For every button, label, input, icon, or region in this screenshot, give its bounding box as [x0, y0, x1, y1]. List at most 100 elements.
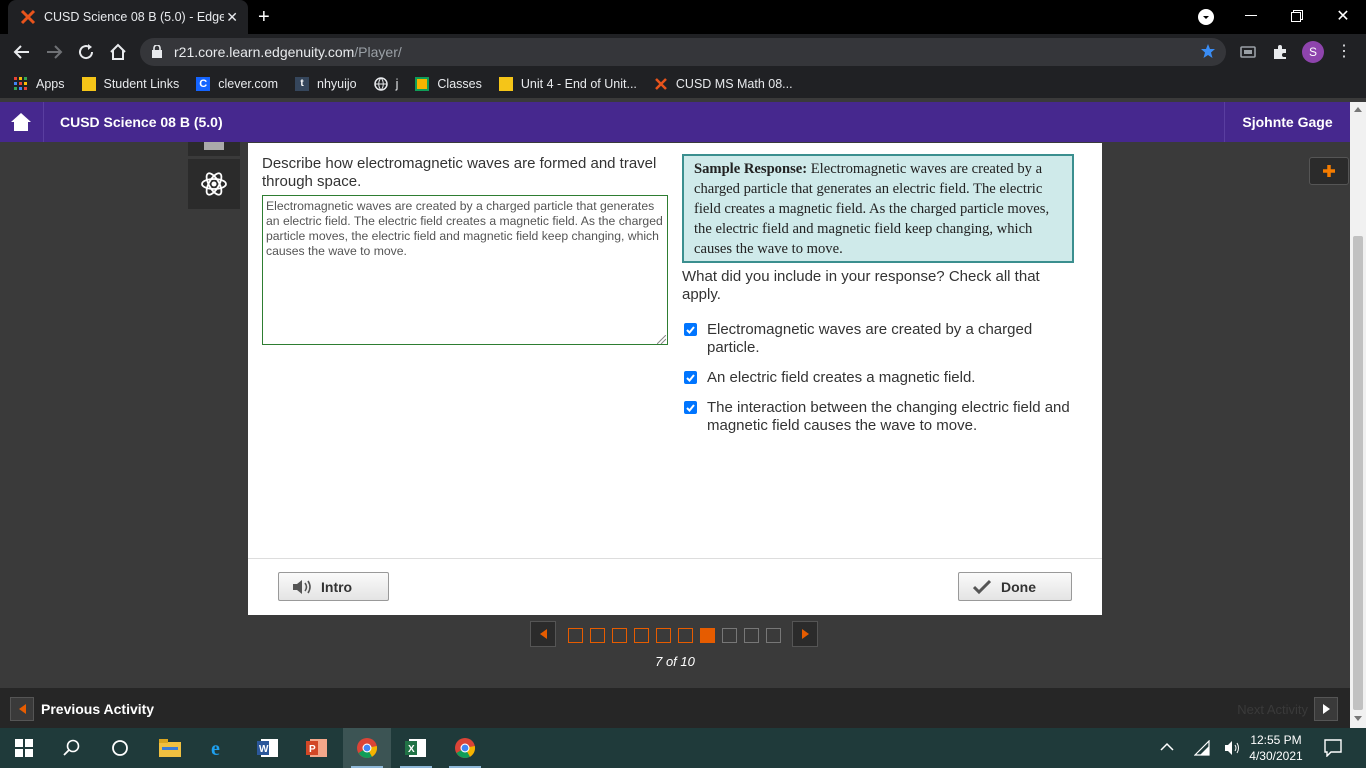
- intro-button[interactable]: Intro: [278, 572, 389, 601]
- scroll-thumb[interactable]: [1353, 236, 1363, 710]
- folder-yellow-icon: [498, 77, 513, 91]
- internet-explorer-icon[interactable]: e: [195, 728, 243, 768]
- tab-search-icon[interactable]: [1198, 9, 1214, 25]
- bookmark-student-links[interactable]: Student Links: [81, 77, 180, 91]
- checkbox-checked[interactable]: [684, 371, 697, 384]
- previous-activity-label: Previous Activity: [41, 701, 155, 717]
- plus-icon: [1322, 164, 1336, 178]
- clever-icon: C: [196, 77, 211, 91]
- cast-icon[interactable]: [1240, 44, 1256, 60]
- checkbox-checked[interactable]: [684, 323, 697, 336]
- new-tab-button[interactable]: +: [258, 6, 270, 29]
- sample-label: Sample Response:: [694, 161, 808, 177]
- extensions-puzzle-icon[interactable]: [1272, 44, 1288, 60]
- bookmark-cusd-math[interactable]: CUSD MS Math 08...: [654, 77, 793, 91]
- bookmark-j[interactable]: j: [373, 77, 399, 91]
- pager-page-3[interactable]: [612, 628, 627, 643]
- bookmark-label: j: [395, 77, 399, 91]
- chevron-up-icon[interactable]: [1160, 742, 1174, 752]
- checkmark-icon: [973, 579, 991, 595]
- course-header-bar: CUSD Science 08 B (5.0) Sjohnte Gage: [0, 102, 1350, 142]
- pager-page-4[interactable]: [634, 628, 649, 643]
- course-title: CUSD Science 08 B (5.0): [60, 114, 223, 130]
- divider: [43, 102, 44, 142]
- word-icon[interactable]: W: [244, 728, 292, 768]
- user-name[interactable]: Sjohnte Gage: [1224, 102, 1350, 142]
- bookmark-label: Apps: [36, 77, 65, 91]
- bookmark-label: CUSD MS Math 08...: [675, 77, 793, 91]
- bookmark-apps[interactable]: Apps: [14, 77, 65, 91]
- checklist-item[interactable]: An electric field creates a magnetic fie…: [684, 369, 1084, 387]
- excel-icon[interactable]: X: [392, 728, 440, 768]
- calculator-tool[interactable]: [188, 142, 240, 156]
- bookmark-classes[interactable]: Classes: [415, 77, 482, 91]
- wifi-icon[interactable]: [1194, 740, 1210, 756]
- bookmarks-bar: Apps Student Links C clever.com t nhyuij…: [0, 70, 1366, 98]
- browser-tab-strip: CUSD Science 08 B (5.0) - Edgenuity ✕ + …: [0, 0, 1366, 34]
- pager-page-1[interactable]: [568, 628, 583, 643]
- pager-page-2[interactable]: [590, 628, 605, 643]
- next-activity-button[interactable]: Next Activity: [1237, 697, 1338, 721]
- activity-pager: [530, 621, 820, 649]
- pager-page-5[interactable]: [656, 628, 671, 643]
- checklist-question: What did you include in your response? C…: [682, 268, 1040, 303]
- triangle-left-icon: [10, 697, 34, 721]
- windows-start-icon[interactable]: [0, 728, 48, 768]
- previous-activity-button[interactable]: Previous Activity: [10, 697, 154, 721]
- answer-textarea[interactable]: Electromagnetic waves are created by a c…: [262, 195, 668, 345]
- pager-page-10[interactable]: [766, 628, 781, 643]
- checklist-item[interactable]: The interaction between the changing ele…: [684, 399, 1084, 435]
- search-icon[interactable]: [48, 728, 96, 768]
- home-icon[interactable]: [10, 112, 32, 132]
- bookmark-yellow-icon: [81, 77, 96, 91]
- edgenuity-x-icon: [20, 9, 36, 25]
- taskbar-clock[interactable]: 12:55 PM 4/30/2021: [1248, 732, 1304, 764]
- scroll-down-icon[interactable]: [1354, 716, 1362, 722]
- home-icon[interactable]: [108, 42, 128, 62]
- restore-button[interactable]: [1274, 0, 1320, 32]
- file-explorer-icon[interactable]: [146, 728, 194, 768]
- resize-handle-icon[interactable]: [657, 335, 666, 344]
- forward-icon[interactable]: [44, 42, 64, 62]
- page-scrollbar[interactable]: [1350, 102, 1366, 728]
- atom-tool[interactable]: [188, 159, 240, 209]
- pager-page-8[interactable]: [722, 628, 737, 643]
- chrome-icon[interactable]: [343, 728, 391, 768]
- bookmark-label: Student Links: [103, 77, 180, 91]
- globe-icon: [373, 77, 388, 91]
- question-prompt: Describe how electromagnetic waves are f…: [262, 155, 657, 190]
- powerpoint-icon[interactable]: P: [293, 728, 341, 768]
- bookmark-clever[interactable]: C clever.com: [196, 77, 278, 91]
- notifications-icon[interactable]: [1324, 739, 1342, 757]
- svg-text:W: W: [259, 744, 269, 755]
- clock-time: 12:55 PM: [1250, 733, 1302, 747]
- checklist-item[interactable]: Electromagnetic waves are created by a c…: [684, 321, 1084, 357]
- reload-icon[interactable]: [76, 42, 96, 62]
- pager-next-button[interactable]: [792, 621, 818, 647]
- minimize-button[interactable]: [1228, 0, 1274, 32]
- close-tab-icon[interactable]: ✕: [226, 9, 238, 26]
- checkbox-checked[interactable]: [684, 401, 697, 414]
- pager-page-7-current[interactable]: [700, 628, 715, 643]
- bookmark-label: Classes: [437, 77, 482, 91]
- done-button[interactable]: Done: [958, 572, 1072, 601]
- lock-icon[interactable]: [152, 45, 162, 58]
- add-tool-button[interactable]: [1309, 157, 1349, 185]
- bookmark-unit4[interactable]: Unit 4 - End of Unit...: [498, 77, 637, 91]
- browser-tab[interactable]: CUSD Science 08 B (5.0) - Edgenuity ✕: [8, 0, 248, 34]
- bookmark-label: Unit 4 - End of Unit...: [520, 77, 637, 91]
- pager-prev-button[interactable]: [530, 621, 556, 647]
- bookmark-nhyuijo[interactable]: t nhyuijo: [295, 77, 357, 91]
- chrome-icon[interactable]: [441, 728, 489, 768]
- close-window-button[interactable]: ✕: [1320, 0, 1366, 32]
- scroll-up-icon[interactable]: [1354, 106, 1362, 112]
- pager-page-6[interactable]: [678, 628, 693, 643]
- star-bookmark-icon[interactable]: [1200, 43, 1216, 59]
- address-bar[interactable]: r21.core.learn.edgenuity.com/Player/: [140, 38, 1226, 66]
- pager-page-9[interactable]: [744, 628, 759, 643]
- back-icon[interactable]: [12, 42, 32, 62]
- cortana-icon[interactable]: [96, 728, 144, 768]
- browser-menu-icon[interactable]: ⋮: [1336, 42, 1352, 62]
- profile-avatar[interactable]: S: [1302, 41, 1324, 63]
- volume-icon[interactable]: [1224, 740, 1242, 756]
